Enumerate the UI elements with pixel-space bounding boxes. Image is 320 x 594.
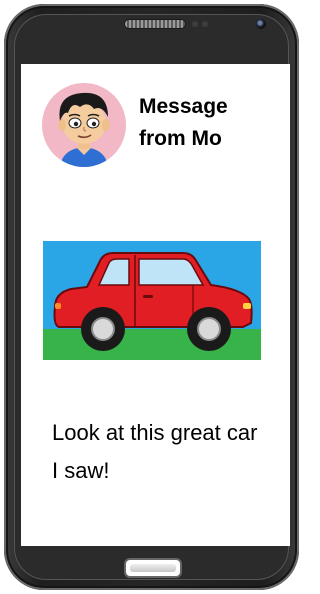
front-camera-icon bbox=[256, 19, 266, 29]
message-body: Look at this great car I saw! bbox=[52, 420, 258, 483]
home-button-face bbox=[130, 564, 176, 572]
proximity-sensor bbox=[192, 21, 198, 27]
sender-avatar-icon bbox=[42, 83, 126, 167]
earpiece-speaker bbox=[125, 20, 185, 28]
light-sensor bbox=[202, 21, 208, 27]
message-sender-title: Message from Mo bbox=[139, 95, 228, 150]
home-button[interactable] bbox=[124, 558, 182, 578]
car-image[interactable] bbox=[43, 241, 261, 360]
